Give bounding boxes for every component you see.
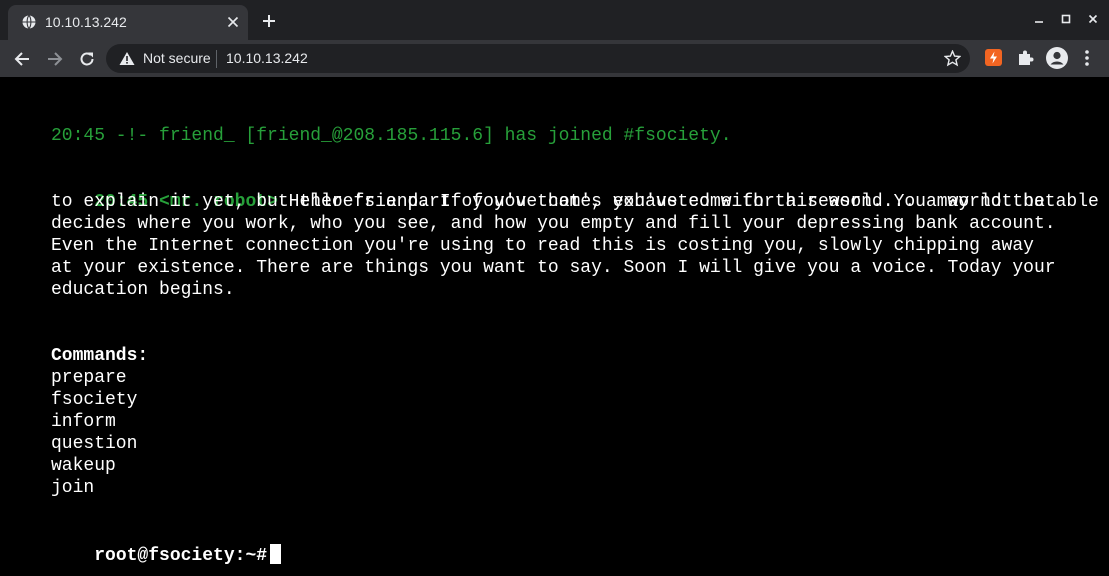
join-message: 20:45 -!- friend_ [friend_@208.185.115.6… (51, 126, 732, 146)
window-close-icon[interactable] (1087, 13, 1099, 25)
message-line: Even the Internet connection you're usin… (51, 236, 1034, 256)
bolt-icon (990, 51, 997, 64)
browser-toolbar: Not secure 10.10.13.242 (0, 40, 1109, 77)
reload-icon[interactable] (78, 50, 96, 68)
red-extension-icon[interactable] (985, 49, 1002, 66)
security-status-text[interactable]: Not secure (143, 50, 211, 66)
command-item: question (51, 434, 138, 454)
text-cursor[interactable] (270, 544, 282, 564)
globe-icon (22, 15, 36, 29)
warning-icon[interactable] (119, 51, 135, 66)
browser-tab[interactable]: 10.10.13.242 (8, 5, 248, 40)
url-text[interactable]: 10.10.13.242 (226, 50, 308, 66)
message-line: at your existence. There are things you … (51, 258, 1056, 278)
terminal-page[interactable]: 20:45 -!- friend_ [friend_@208.185.115.6… (0, 77, 1109, 576)
message-line: to explain it yet, but there's a part of… (51, 192, 1056, 212)
address-divider (216, 50, 217, 68)
message-line: education begins. (51, 280, 235, 300)
plus-icon[interactable] (262, 14, 276, 28)
command-item: fsociety (51, 390, 138, 410)
message-line: decides where you work, who you see, and… (51, 214, 1056, 234)
star-icon[interactable] (944, 50, 961, 67)
command-line[interactable]: root@fsociety:~# (51, 522, 282, 576)
tab-title: 10.10.13.242 (45, 14, 127, 30)
tab-strip: 10.10.13.242 (0, 0, 1109, 40)
puzzle-icon[interactable] (1016, 49, 1034, 67)
address-bar[interactable]: Not secure 10.10.13.242 (106, 44, 970, 73)
arrow-right-icon[interactable] (46, 50, 64, 68)
account-icon[interactable] (1046, 47, 1068, 69)
commands-heading: Commands: (51, 346, 149, 366)
close-icon[interactable] (226, 15, 240, 29)
three-dots-icon[interactable] (1083, 49, 1091, 67)
shell-prompt: root@fsociety:~# (94, 546, 268, 566)
minimize-icon[interactable] (1033, 13, 1045, 25)
command-item: join (51, 478, 95, 498)
command-item: wakeup (51, 456, 116, 476)
command-item: inform (51, 412, 116, 432)
maximize-icon[interactable] (1060, 13, 1072, 25)
arrow-left-icon[interactable] (13, 50, 31, 68)
command-item: prepare (51, 368, 127, 388)
